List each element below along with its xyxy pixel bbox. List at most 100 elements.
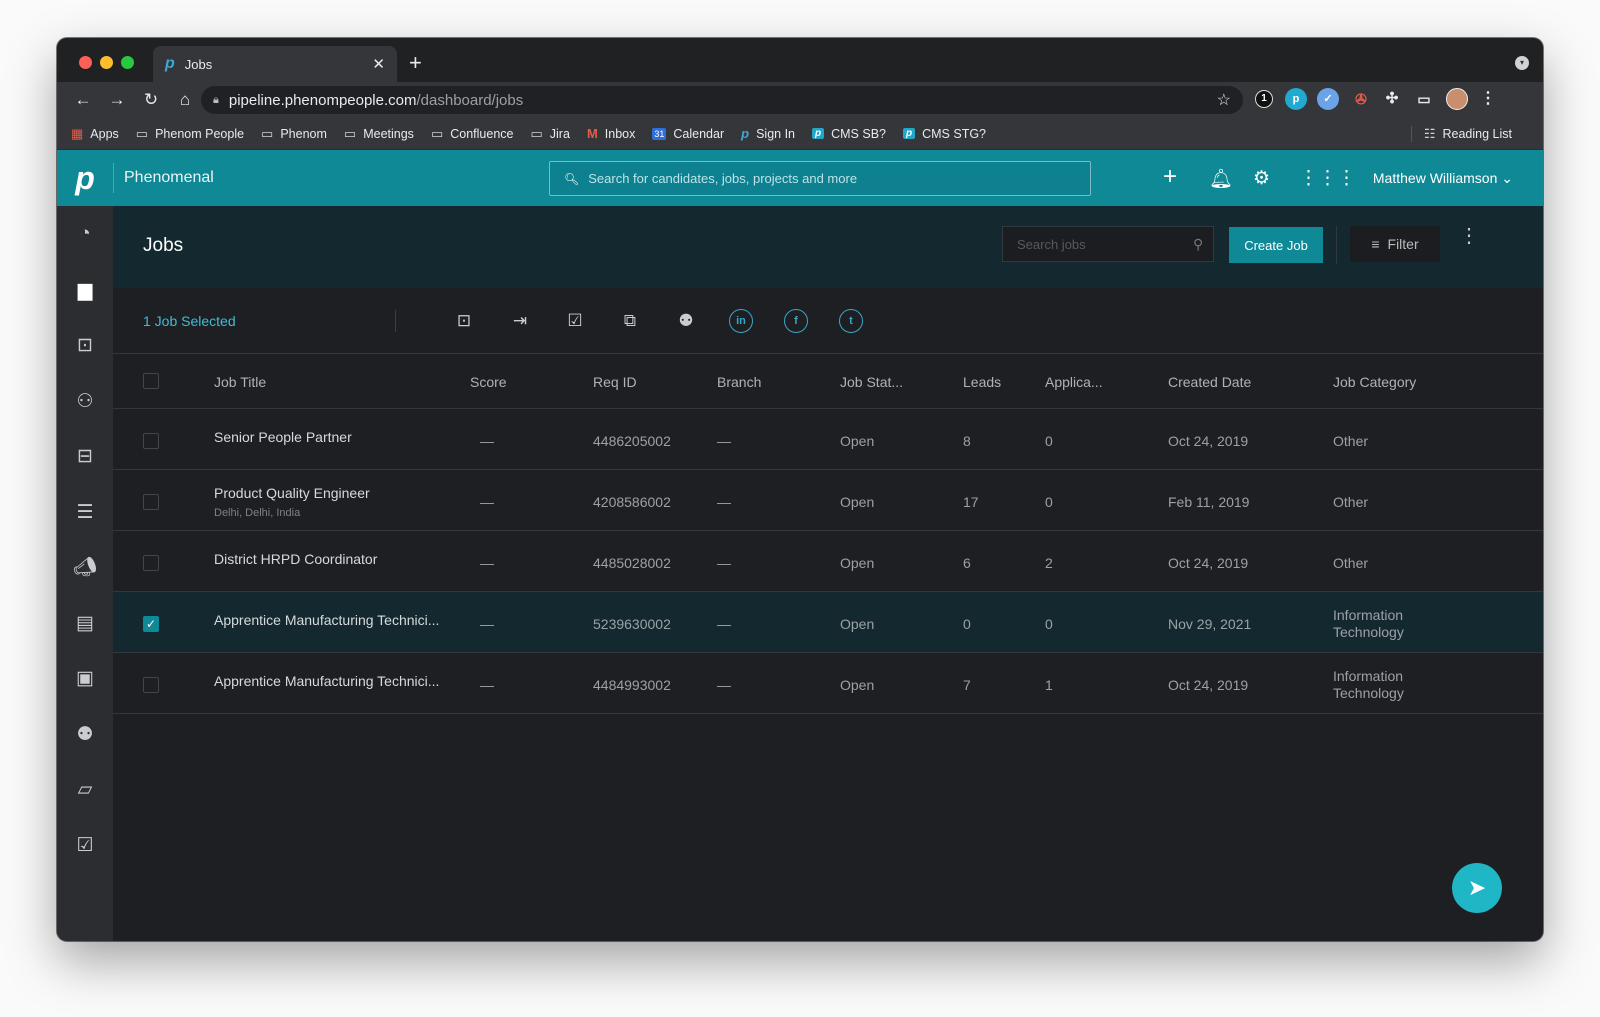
chat-icon[interactable]: ▤ — [71, 609, 99, 637]
table-row[interactable]: District HRPD Coordinator — 4485028002 — Ope… — [113, 531, 1543, 592]
column-leads[interactable]: Leads — [963, 374, 1001, 390]
presentation-icon[interactable]: ⊡ — [71, 331, 99, 359]
search-icon: ⚲ — [1193, 235, 1204, 252]
calendar-icon[interactable]: ▣ — [71, 664, 99, 692]
minimize-window-button[interactable] — [100, 56, 113, 69]
row-checkbox[interactable] — [143, 555, 159, 571]
global-search-input[interactable] — [588, 171, 1059, 186]
job-title-link[interactable]: Product Quality Engineer — [214, 485, 370, 501]
dashboard-gauge-icon[interactable]: ◔ — [71, 220, 99, 248]
row-checkbox[interactable] — [143, 433, 159, 449]
bookmark-cms-stg[interactable]: p CMS STG? — [903, 127, 986, 141]
bookmark-star-icon[interactable]: ☆ — [1217, 90, 1231, 110]
browser-menu-icon[interactable]: ⋮ — [1477, 88, 1499, 110]
close-window-button[interactable] — [79, 56, 92, 69]
column-job-status[interactable]: Job Stat... — [840, 374, 903, 390]
twitter-icon[interactable]: t — [839, 309, 863, 333]
browser-tab-jobs[interactable]: p Jobs ✕ — [153, 46, 397, 82]
new-tab-button[interactable]: + — [409, 50, 422, 76]
checklist-icon[interactable]: ☑ — [71, 831, 99, 859]
tab-search-icon[interactable]: ▾ — [1515, 56, 1529, 70]
extensions-puzzle-icon[interactable]: ✣ — [1381, 88, 1403, 110]
phenom-extension-icon[interactable]: p — [1285, 88, 1307, 110]
column-score[interactable]: Score — [470, 374, 507, 390]
phenom-icon: p — [741, 126, 750, 141]
tag-folder-icon[interactable]: ▱ — [71, 775, 99, 803]
maximize-window-button[interactable] — [121, 56, 134, 69]
export-icon[interactable]: ⇥ — [507, 308, 533, 334]
column-applicants[interactable]: Applica... — [1045, 374, 1103, 390]
table-row[interactable]: Apprentice Manufacturing Technici... — 448… — [113, 653, 1543, 714]
table-row[interactable]: ✓ Apprentice Manufacturing Technici... — 52… — [113, 592, 1543, 653]
apps-grid-icon[interactable]: ⋮⋮⋮ — [1299, 167, 1356, 190]
bookmark-cms-sb[interactable]: p CMS SB? — [812, 127, 886, 141]
megaphone-icon[interactable]: 📣︎ — [71, 553, 99, 581]
settings-gear-icon[interactable]: ⚙ — [1253, 167, 1270, 190]
job-search[interactable]: ⚲ — [1002, 226, 1214, 262]
select-all-checkbox[interactable] — [143, 373, 159, 389]
filter-button[interactable]: ≡ Filter — [1350, 226, 1440, 262]
add-icon[interactable]: + — [1163, 163, 1177, 191]
bookmark-label: Calendar — [673, 126, 725, 141]
create-job-button[interactable]: Create Job — [1229, 227, 1323, 263]
job-title-link[interactable]: Apprentice Manufacturing Technici... — [214, 673, 439, 689]
copy-icon[interactable]: ⧉ — [617, 308, 643, 334]
reading-list-button[interactable]: ☷ Reading List — [1410, 126, 1512, 142]
column-job-category[interactable]: Job Category — [1333, 374, 1416, 390]
task-check-icon[interactable]: ☑ — [562, 308, 588, 334]
row-checkbox[interactable] — [143, 494, 159, 510]
bookmark-phenom[interactable]: ▭ Phenom — [261, 126, 327, 142]
bulk-action-bar: 1 Job Selected ⊡ ⇥ ☑ ⧉ ⚉ in f t — [113, 288, 1543, 354]
password-manager-extension-icon[interactable]: 1 — [1255, 90, 1273, 108]
column-req-id[interactable]: Req ID — [593, 374, 637, 390]
address-bar[interactable]: 🔒︎ pipeline.phenompeople.com/dashboard/j… — [201, 86, 1243, 114]
bookmark-inbox[interactable]: M Inbox — [587, 126, 635, 141]
job-title-link[interactable]: Senior People Partner — [214, 429, 352, 445]
feedback-fab-button[interactable]: ➤ — [1452, 863, 1502, 913]
id-badge-icon[interactable]: ⊟ — [71, 442, 99, 470]
row-branch: — — [717, 677, 731, 693]
back-icon[interactable]: ← — [67, 90, 99, 110]
linkedin-icon[interactable]: in — [729, 309, 753, 333]
global-search[interactable]: 🔍︎ — [549, 161, 1091, 196]
bookmark-meetings[interactable]: ▭ Meetings — [344, 126, 414, 142]
cast-icon[interactable]: ▭ — [1413, 88, 1435, 110]
row-checkbox[interactable]: ✓ — [143, 616, 159, 632]
table-row[interactable]: Product Quality Engineer Delhi, Delhi, In… — [113, 470, 1543, 531]
table-row[interactable]: Senior People Partner — 4486205002 — Open 8 0 O… — [113, 409, 1543, 470]
reload-icon[interactable]: ↻ — [135, 90, 167, 110]
phenom-logo-icon[interactable]: p — [57, 150, 113, 206]
home-icon[interactable]: ⌂ — [169, 90, 201, 110]
job-title-link[interactable]: District HRPD Coordinator — [214, 551, 377, 567]
bookmark-sign-in[interactable]: p Sign In — [741, 126, 795, 141]
bookmark-jira[interactable]: ▭ Jira — [530, 126, 569, 142]
team-icon[interactable]: ⚉ — [673, 308, 699, 334]
facebook-icon[interactable]: f — [784, 309, 808, 333]
jobs-briefcase-icon[interactable]: ▆ — [71, 276, 99, 304]
bookmark-label: Meetings — [363, 126, 414, 141]
forward-icon[interactable]: → — [101, 90, 133, 110]
bot-extension-icon[interactable]: ✇ — [1350, 88, 1372, 110]
column-created-date[interactable]: Created Date — [1168, 374, 1251, 390]
profile-avatar[interactable] — [1446, 88, 1468, 110]
more-options-icon[interactable]: ⋮ — [1459, 226, 1479, 246]
row-score: — — [480, 616, 494, 632]
user-menu[interactable]: Matthew Williamson ⌄ — [1373, 170, 1513, 187]
bookmark-confluence[interactable]: ▭ Confluence — [431, 126, 514, 142]
pen-extension-icon[interactable]: ✓ — [1317, 88, 1339, 110]
notifications-bell-icon[interactable]: 🔔︎ — [1209, 167, 1233, 191]
list-icon[interactable]: ☰ — [71, 498, 99, 526]
column-job-title[interactable]: Job Title — [214, 374, 266, 390]
row-checkbox[interactable] — [143, 677, 159, 693]
team-people-icon[interactable]: ⚉ — [71, 720, 99, 748]
bookmark-apps[interactable]: ▦ Apps — [71, 126, 119, 142]
close-tab-icon[interactable]: ✕ — [372, 55, 385, 73]
column-branch[interactable]: Branch — [717, 374, 761, 390]
bookmark-calendar[interactable]: 31 Calendar — [652, 127, 724, 141]
candidate-person-icon[interactable]: ⚇ — [71, 387, 99, 415]
job-title-link[interactable]: Apprentice Manufacturing Technici... — [214, 612, 439, 628]
job-search-input[interactable] — [1017, 236, 1193, 252]
bookmark-phenom-people[interactable]: ▭ Phenom People — [136, 126, 244, 142]
assign-recruiter-icon[interactable]: ⊡ — [451, 308, 477, 334]
phenom-badge-icon: p — [812, 128, 825, 139]
